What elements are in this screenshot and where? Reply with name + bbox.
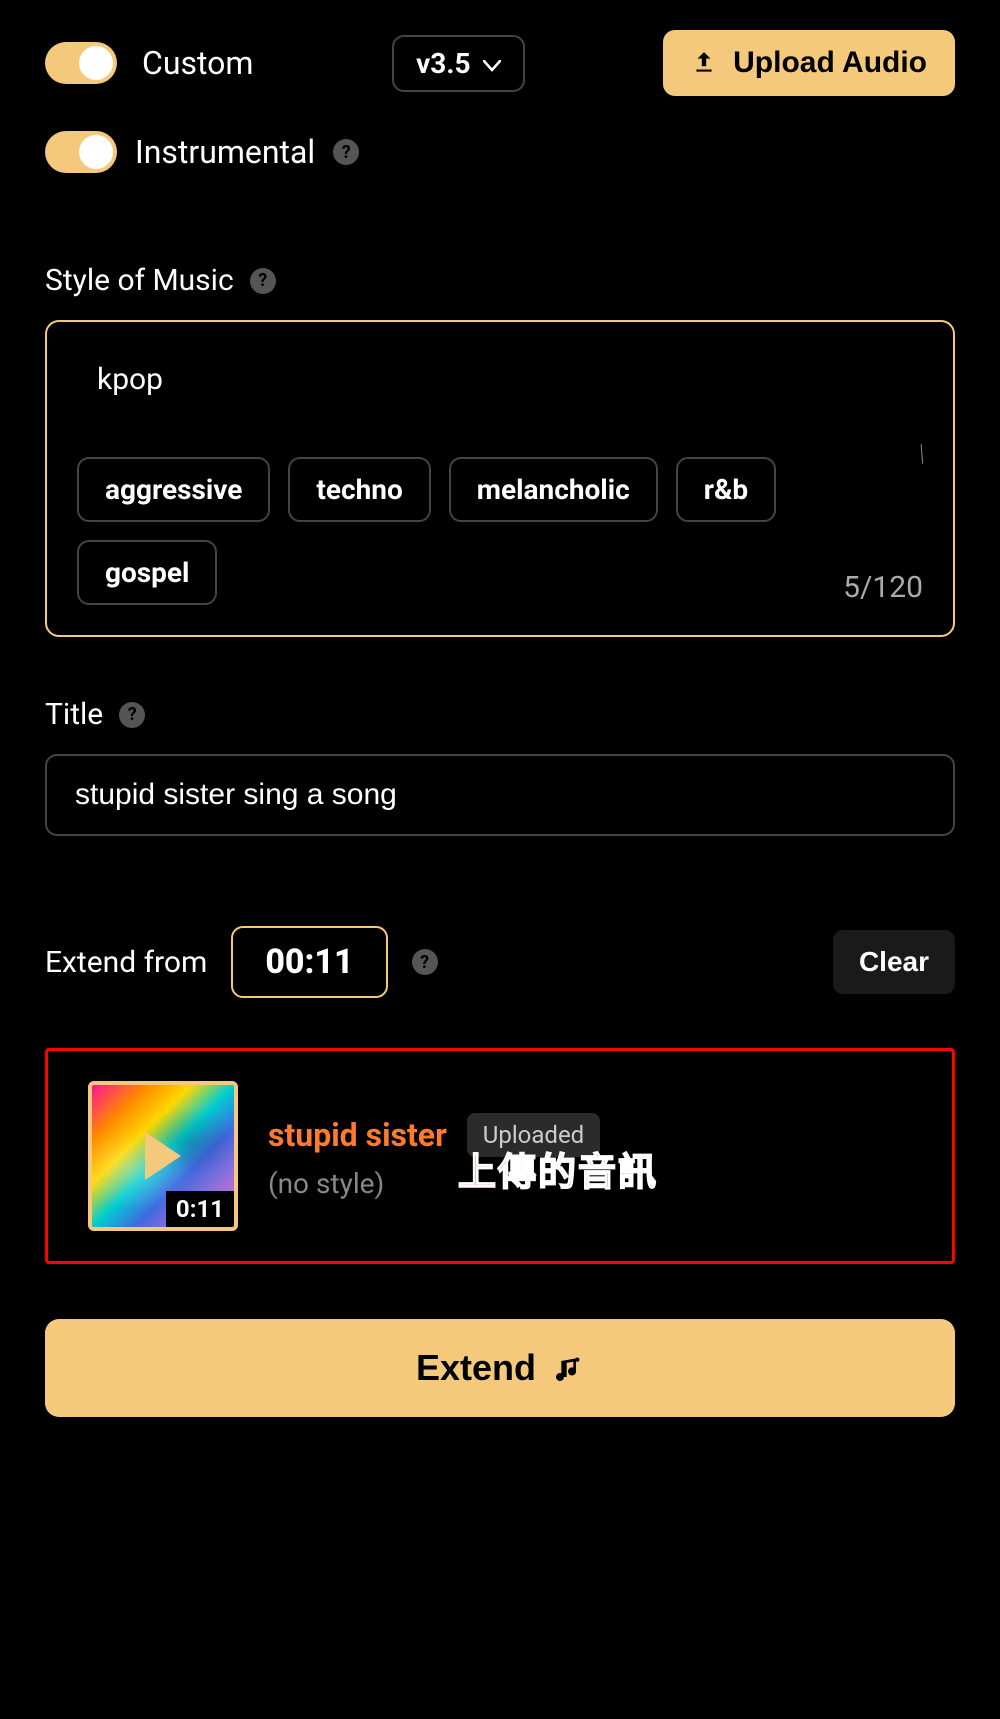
title-section-label: Title ?	[45, 697, 955, 732]
extend-from-label: Extend from	[45, 945, 207, 980]
custom-toggle[interactable]	[45, 42, 117, 84]
help-icon[interactable]: ?	[250, 268, 276, 294]
uploaded-track-card: 0:11 stupid sister Uploaded (no style) 上…	[45, 1048, 955, 1264]
annotation-text: 上傳的音訊	[458, 1141, 658, 1196]
upload-icon	[691, 50, 717, 76]
style-chips: aggressive techno melancholic r&b gospel	[77, 457, 923, 605]
help-icon[interactable]: ?	[119, 702, 145, 728]
char-count: 5/120	[843, 570, 923, 605]
title-input[interactable]	[45, 754, 955, 836]
help-icon[interactable]: ?	[333, 139, 359, 165]
version-dropdown[interactable]: v3.5	[392, 35, 524, 92]
track-thumbnail[interactable]: 0:11	[88, 1081, 238, 1231]
chip-melancholic[interactable]: melancholic	[449, 457, 658, 522]
extend-button[interactable]: Extend	[45, 1319, 955, 1417]
chip-aggressive[interactable]: aggressive	[77, 457, 270, 522]
custom-label: Custom	[142, 44, 253, 82]
version-text: v3.5	[416, 47, 470, 80]
instrumental-toggle[interactable]	[45, 131, 117, 173]
track-duration: 0:11	[166, 1191, 234, 1227]
clear-button[interactable]: Clear	[833, 930, 955, 994]
chevron-down-icon	[483, 57, 501, 69]
extend-button-label: Extend	[416, 1347, 536, 1389]
upload-audio-button[interactable]: Upload Audio	[663, 30, 955, 96]
chip-techno[interactable]: techno	[288, 457, 430, 522]
chip-rnb[interactable]: r&b	[676, 457, 776, 522]
play-icon	[145, 1132, 181, 1180]
style-section-label: Style of Music ?	[45, 263, 955, 298]
music-notes-icon	[552, 1352, 584, 1384]
style-input[interactable]: kpop	[77, 352, 923, 407]
extend-time-input[interactable]: 00:11	[231, 926, 387, 998]
chip-gospel[interactable]: gospel	[77, 540, 217, 605]
track-title[interactable]: stupid sister	[268, 1116, 447, 1154]
instrumental-label: Instrumental	[135, 133, 315, 171]
upload-label: Upload Audio	[733, 46, 927, 80]
help-icon[interactable]: ?	[412, 949, 438, 975]
style-box: kpop ⟋ aggressive techno melancholic r&b…	[45, 320, 955, 637]
